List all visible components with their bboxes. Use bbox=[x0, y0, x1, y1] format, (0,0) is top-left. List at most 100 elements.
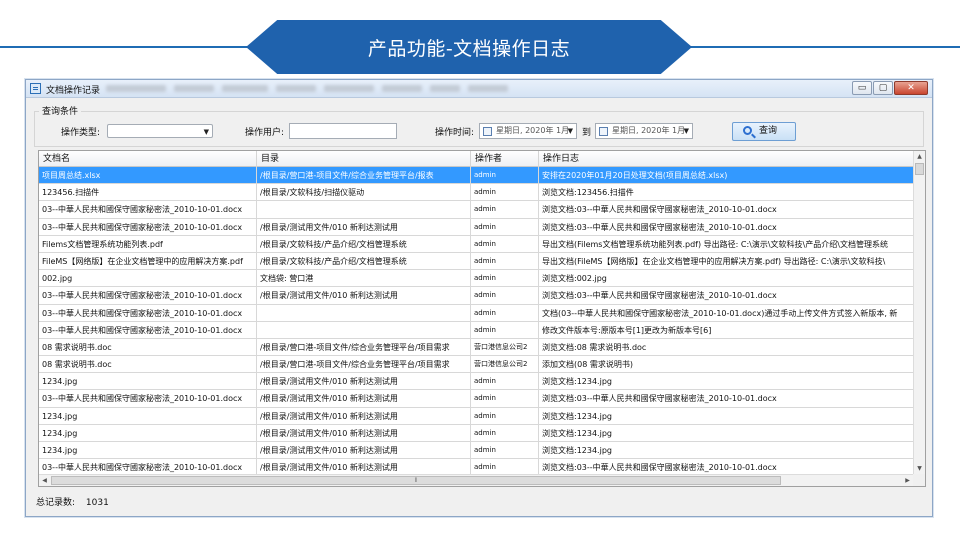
date-from-value: 星期日, 2020年 1月 bbox=[496, 126, 570, 135]
op-type-select[interactable]: ▼ bbox=[107, 124, 213, 138]
date-to-checkbox[interactable] bbox=[599, 127, 608, 136]
chevron-down-icon: ▼ bbox=[203, 128, 209, 136]
doc-operation-log-window: 文档操作记录 ▭ ▢ ✕ 查询条件 操作类型: ▼ 操作用户: 操作时间: 星期… bbox=[25, 79, 933, 517]
total-records-label: 总记录数: bbox=[36, 498, 76, 508]
table-row[interactable]: 03--中華人民共和國保守國家秘密法_2010-10-01.docx admin 修… bbox=[39, 321, 913, 339]
cell-directory: /根目录/文软科技/产品介绍/文档管理系统 bbox=[257, 252, 471, 270]
table-row[interactable]: 1234.jpg/根目录/测试用文件/010 新利达测试用 admin 浏览文档:1… bbox=[39, 407, 913, 425]
cell-directory bbox=[257, 201, 471, 219]
app-document-icon bbox=[30, 83, 41, 94]
cell-log: 修改文件版本号:原版本号[1]更改为新版本号[6] bbox=[542, 325, 712, 335]
op-user-input[interactable] bbox=[289, 123, 397, 139]
table-row[interactable]: FileMS【网络版】在企业文档管理中的应用解决方案.pdf/根目录/文软科技/… bbox=[39, 252, 913, 271]
date-to-value: 星期日, 2020年 1月 bbox=[612, 126, 686, 135]
column-header-log[interactable]: 操作日志 bbox=[539, 151, 913, 167]
query-conditions-group: 查询条件 操作类型: ▼ 操作用户: 操作时间: 星期日, 2020年 1月 ▼… bbox=[34, 104, 924, 147]
blurred-toolbar-item bbox=[324, 85, 374, 92]
cell-operator: admin bbox=[471, 252, 539, 270]
cell-operator: admin bbox=[471, 442, 539, 459]
table-body: 项目周总结.xlsx/根目录/营口港-项目文件/综合业务管理平台/报表 admin… bbox=[39, 167, 913, 477]
chevron-down-icon: ▼ bbox=[567, 127, 573, 135]
vertical-scroll-thumb[interactable] bbox=[915, 163, 924, 175]
cell-directory bbox=[257, 304, 471, 322]
cell-directory: /根目录/营口港-项目文件/综合业务管理平台/报表 bbox=[257, 167, 471, 184]
scroll-down-icon[interactable]: ▼ bbox=[914, 463, 925, 474]
blurred-toolbar-item bbox=[222, 85, 268, 92]
table-row[interactable]: 03--中華人民共和國保守國家秘密法_2010-10-01.docx admin 文… bbox=[39, 304, 913, 322]
cell-directory: /根目录/测试用文件/010 新利达测试用 bbox=[257, 407, 471, 425]
horizontal-scroll-thumb[interactable]: ⦀ bbox=[51, 476, 781, 485]
cell-log: 文档(03--中華人民共和國保守國家秘密法_2010-10-01.docx)通过… bbox=[542, 308, 898, 318]
cell-log: 浏览文档:1234.jpg bbox=[542, 377, 612, 387]
cell-operator: admin bbox=[471, 218, 539, 236]
search-button[interactable]: 查询 bbox=[732, 122, 796, 141]
cell-docname: 03--中華人民共和國保守國家秘密法_2010-10-01.docx bbox=[39, 287, 257, 305]
cell-directory: /根目录/测试用文件/010 新利达测试用 bbox=[257, 218, 471, 236]
cell-operator: admin bbox=[471, 390, 539, 408]
table-row[interactable]: 002.jpg 文档袋: 营口港 admin 浏览文档:002.jpg bbox=[39, 270, 913, 288]
date-from-picker[interactable]: 星期日, 2020年 1月 ▼ bbox=[479, 123, 577, 139]
cell-directory: /根目录/测试用文件/010 新利达测试用 bbox=[257, 287, 471, 305]
slide-title-banner: 产品功能-文档操作日志 bbox=[246, 20, 692, 74]
table-row[interactable]: 03--中華人民共和國保守國家秘密法_2010-10-01.docx admin 浏… bbox=[39, 201, 913, 219]
date-to-picker[interactable]: 星期日, 2020年 1月 ▼ bbox=[595, 123, 693, 139]
column-header-docname[interactable]: 文档名 bbox=[39, 151, 257, 167]
query-group-label: 查询条件 bbox=[39, 104, 82, 117]
scroll-left-icon[interactable]: ◀ bbox=[39, 475, 50, 486]
scroll-up-icon[interactable]: ▲ bbox=[914, 151, 925, 162]
close-button[interactable]: ✕ bbox=[894, 81, 928, 95]
cell-docname: 03--中華人民共和國保守國家秘密法_2010-10-01.docx bbox=[39, 321, 257, 339]
total-records: 总记录数: 1031 bbox=[36, 495, 109, 508]
table-row[interactable]: 1234.jpg/根目录/测试用文件/010 新利达测试用 admin 浏览文档:1… bbox=[39, 442, 913, 460]
cell-docname: 08 需求说明书.doc bbox=[39, 338, 257, 356]
cell-log: 浏览文档:03--中華人民共和國保守國家秘密法_2010-10-01.docx bbox=[542, 394, 777, 404]
log-table: 文档名 目录 操作者 操作日志 项目周总结.xlsx/根目录/营口港-项目文件/… bbox=[38, 150, 926, 487]
cell-log: 导出文档(Filems文档管理系统功能列表.pdf) 导出路径: C:\演示\文… bbox=[542, 239, 888, 249]
op-time-label: 操作时间: bbox=[435, 128, 475, 138]
table-row[interactable]: 08 需求说明书.doc/根目录/营口港-项目文件/综合业务管理平台/项目需求营… bbox=[39, 356, 913, 374]
cell-log: 浏览文档:03--中華人民共和國保守國家秘密法_2010-10-01.docx bbox=[542, 222, 777, 232]
blurred-toolbar-item bbox=[382, 85, 422, 92]
table-row[interactable]: 03--中華人民共和國保守國家秘密法_2010-10-01.docx/根目录/测… bbox=[39, 287, 913, 305]
window-titlebar[interactable]: 文档操作记录 ▭ ▢ ✕ bbox=[26, 80, 932, 98]
window-title: 文档操作记录 bbox=[46, 86, 101, 96]
scroll-right-icon[interactable]: ▶ bbox=[902, 475, 913, 486]
cell-operator: admin bbox=[471, 167, 539, 184]
table-row[interactable]: 08 需求说明书.doc/根目录/营口港-项目文件/综合业务管理平台/项目需求营… bbox=[39, 338, 913, 357]
cell-operator: admin bbox=[471, 321, 539, 339]
table-row[interactable]: 123456.扫描件/根目录/文软科技/扫描仪驱动 admin 浏览文档:12345… bbox=[39, 184, 913, 202]
op-type-label: 操作类型: bbox=[61, 128, 101, 138]
cell-operator: 营口港信息公司2 bbox=[471, 338, 539, 356]
date-from-checkbox[interactable] bbox=[483, 127, 492, 136]
cell-operator: admin bbox=[471, 184, 539, 202]
column-header-directory[interactable]: 目录 bbox=[257, 151, 471, 167]
cell-docname: 项目周总结.xlsx bbox=[39, 167, 257, 184]
table-row[interactable]: 03--中華人民共和國保守國家秘密法_2010-10-01.docx/根目录/测… bbox=[39, 390, 913, 408]
cell-operator: admin bbox=[471, 201, 539, 219]
cell-docname: 1234.jpg bbox=[39, 442, 257, 459]
cell-log: 浏览文档:1234.jpg bbox=[542, 446, 612, 455]
blurred-toolbar-item bbox=[174, 85, 214, 92]
maximize-button[interactable]: ▢ bbox=[873, 81, 893, 95]
scrollbar-corner bbox=[913, 474, 925, 486]
search-icon bbox=[743, 126, 752, 135]
to-label: 到 bbox=[582, 128, 592, 138]
table-row[interactable]: 项目周总结.xlsx/根目录/营口港-项目文件/综合业务管理平台/报表 admin… bbox=[39, 167, 913, 185]
table-row[interactable]: 1234.jpg/根目录/测试用文件/010 新利达测试用 admin 浏览文档:1… bbox=[39, 373, 913, 391]
horizontal-scrollbar[interactable]: ◀ ⦀ ▶ bbox=[39, 474, 913, 486]
column-header-operator[interactable]: 操作者 bbox=[471, 151, 539, 167]
blurred-toolbar-item bbox=[430, 85, 460, 92]
table-row[interactable]: 03--中華人民共和國保守國家秘密法_2010-10-01.docx/根目录/测… bbox=[39, 218, 913, 236]
cell-docname: 03--中華人民共和國保守國家秘密法_2010-10-01.docx bbox=[39, 201, 257, 219]
cell-docname: 1234.jpg bbox=[39, 373, 257, 391]
table-row[interactable]: 1234.jpg/根目录/测试用文件/010 新利达测试用 admin 浏览文档:1… bbox=[39, 424, 913, 442]
table-row[interactable]: Filems文档管理系统功能列表.pdf/根目录/文软科技/产品介绍/文档管理系… bbox=[39, 235, 913, 253]
cell-docname: 123456.扫描件 bbox=[39, 184, 257, 202]
slide-title: 产品功能-文档操作日志 bbox=[367, 37, 571, 60]
cell-log: 添加文档(08 需求说明书) bbox=[542, 360, 633, 370]
blurred-toolbar-item bbox=[106, 85, 166, 92]
cell-docname: 03--中華人民共和國保守國家秘密法_2010-10-01.docx bbox=[39, 304, 257, 322]
cell-log: 浏览文档:03--中華人民共和國保守國家秘密法_2010-10-01.docx bbox=[542, 291, 777, 301]
vertical-scrollbar[interactable]: ▲ ▼ bbox=[913, 151, 925, 474]
minimize-button[interactable]: ▭ bbox=[852, 81, 872, 95]
